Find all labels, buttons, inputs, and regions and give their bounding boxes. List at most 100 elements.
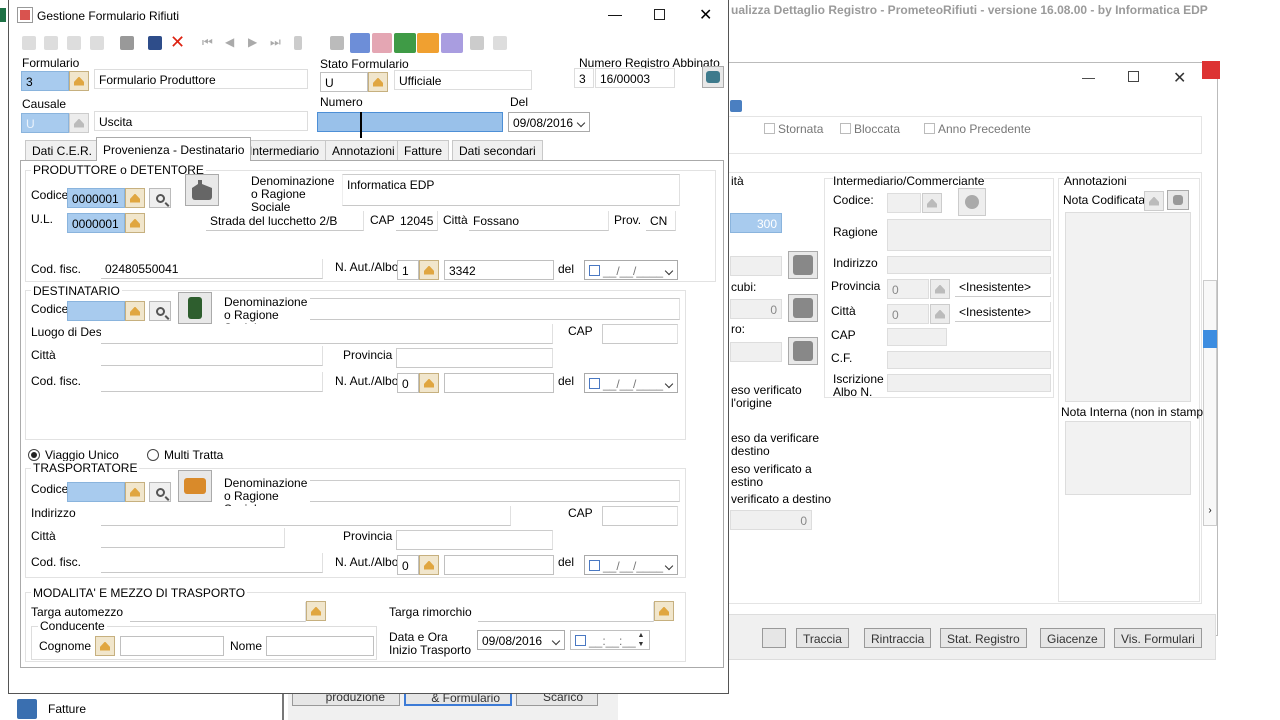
- prod-citta[interactable]: Fossano: [469, 211, 609, 231]
- dest-naut-a[interactable]: 0: [397, 373, 419, 393]
- prod-indirizzo[interactable]: Strada del lucchetto 2/B: [206, 211, 364, 231]
- radio-multi-tratta[interactable]: Multi Tratta: [147, 448, 223, 462]
- cognome-lookup[interactable]: [95, 636, 115, 656]
- bg-field-zero1[interactable]: 0: [730, 299, 782, 319]
- prod-cap[interactable]: 12045: [396, 211, 438, 231]
- interm-citta-text[interactable]: <Inesistente>: [955, 302, 1051, 322]
- dest-provincia-field[interactable]: [396, 348, 553, 368]
- print-icon-1[interactable]: [330, 36, 344, 50]
- prod-codice-field[interactable]: 0000001: [67, 188, 125, 208]
- bg-btn-stat-registro[interactable]: Stat. Registro: [940, 628, 1027, 648]
- print-icon-5[interactable]: [417, 33, 439, 53]
- annot-nota-cod-btn[interactable]: [1167, 190, 1189, 210]
- print-icon-3[interactable]: [372, 33, 392, 53]
- formulario-code[interactable]: 3: [21, 71, 69, 91]
- bg-dialog-minimize[interactable]: —: [1082, 70, 1095, 85]
- first-icon[interactable]: ⏮: [202, 35, 213, 50]
- last-icon[interactable]: ⏭: [270, 35, 281, 50]
- bin-icon[interactable]: [178, 292, 212, 324]
- bg-btn-small[interactable]: [762, 628, 786, 648]
- bg-scroll-arrow[interactable]: ›: [1203, 505, 1217, 521]
- tab-dati-secondari[interactable]: Dati secondari: [452, 140, 543, 160]
- bg-btn-rintraccia[interactable]: Rintraccia: [864, 628, 932, 648]
- interm-provincia-code[interactable]: 0: [887, 279, 929, 299]
- causale-lookup[interactable]: [69, 113, 89, 133]
- eraser-icon[interactable]: [90, 36, 104, 50]
- trasp-naut-b[interactable]: [444, 555, 554, 575]
- close-button[interactable]: ✕: [699, 5, 712, 25]
- dest-naut-lookup[interactable]: [419, 373, 439, 393]
- print-icon-2[interactable]: [350, 33, 370, 53]
- prod-naut-lookup[interactable]: [419, 260, 439, 280]
- maximize-button[interactable]: [654, 9, 665, 20]
- binoculars-icon[interactable]: [120, 36, 134, 50]
- prod-naut-a[interactable]: 1: [397, 260, 419, 280]
- tab-annotazioni[interactable]: Annotazioni: [325, 140, 402, 160]
- prod-ul-lookup[interactable]: [125, 213, 145, 233]
- dest-codice-field[interactable]: [67, 301, 125, 321]
- targa-rim-lookup[interactable]: [654, 601, 674, 621]
- bg-field-300[interactable]: 300: [730, 213, 782, 233]
- tab-provenienza-destinatario[interactable]: Provenienza - Destinatario: [96, 137, 252, 161]
- bg-dialog-close[interactable]: ✕: [1173, 68, 1186, 88]
- targa-rim-field[interactable]: [478, 602, 654, 622]
- dest-luogo-field[interactable]: [101, 324, 553, 344]
- new-icon[interactable]: [22, 36, 36, 50]
- print-icon-6[interactable]: [441, 33, 463, 53]
- truck-icon[interactable]: [178, 470, 212, 502]
- trasp-denom-field[interactable]: [310, 480, 680, 502]
- annot-nota-int-area[interactable]: [1065, 421, 1191, 495]
- bg-field-zero2[interactable]: 0: [730, 510, 812, 530]
- interm-cap-field[interactable]: [887, 328, 947, 346]
- trasp-provincia-field[interactable]: [396, 530, 553, 550]
- trasp-citta-field[interactable]: [101, 528, 285, 548]
- interm-iscrizione-field[interactable]: [887, 374, 1051, 392]
- ora-spin-icon[interactable]: ▲ ▼: [634, 631, 648, 649]
- prod-codfisc[interactable]: 02480550041: [101, 259, 323, 279]
- bg-scale-icon-3[interactable]: [788, 337, 818, 365]
- causale-code[interactable]: U: [21, 113, 69, 133]
- bg-dialog-maximize[interactable]: [1128, 71, 1139, 82]
- dest-citta-field[interactable]: [101, 346, 323, 366]
- prev-icon[interactable]: ◀: [225, 35, 234, 49]
- save-icon[interactable]: [148, 36, 162, 50]
- trasp-search-button[interactable]: [149, 482, 171, 502]
- trasp-del-date[interactable]: __/__/____: [584, 555, 678, 575]
- dest-denom-field[interactable]: [310, 298, 680, 320]
- edit-icon[interactable]: [44, 36, 58, 50]
- dest-codice-lookup[interactable]: [125, 301, 145, 321]
- bg-btn-vis-formulari[interactable]: Vis. Formulari: [1114, 628, 1202, 648]
- interm-indirizzo-field[interactable]: [887, 256, 1051, 274]
- targa-auto-lookup[interactable]: [306, 601, 326, 621]
- trasp-codfisc-field[interactable]: [101, 553, 323, 573]
- prod-ul-field[interactable]: 0000001: [67, 213, 125, 233]
- prod-naut-b[interactable]: 3342: [444, 260, 554, 280]
- bg-btn-traccia[interactable]: Traccia: [796, 628, 849, 648]
- doc-icon[interactable]: [493, 36, 507, 50]
- tab-dati-cer[interactable]: Dati C.E.R.: [25, 140, 100, 160]
- calculator-icon[interactable]: [17, 699, 37, 719]
- attach-icon[interactable]: [294, 36, 302, 50]
- trasp-indirizzo-field[interactable]: [101, 506, 511, 526]
- print-icon-4[interactable]: [394, 33, 416, 53]
- minimize-button[interactable]: —: [608, 6, 622, 22]
- del-date-picker[interactable]: 09/08/2016: [508, 112, 590, 132]
- annot-nota-cod-lookup[interactable]: [1144, 191, 1164, 211]
- next-icon[interactable]: ▶: [248, 35, 257, 49]
- interm-codice-lookup[interactable]: [922, 193, 942, 213]
- annot-nota-cod-area[interactable]: [1065, 212, 1191, 402]
- bg-scale-icon-2[interactable]: [788, 294, 818, 322]
- bg-scale-icon-1[interactable]: [788, 251, 818, 279]
- interm-citta-lookup[interactable]: [930, 304, 950, 324]
- trasp-naut-lookup[interactable]: [419, 555, 439, 575]
- check-stornata[interactable]: Stornata: [764, 122, 823, 136]
- tab-fatture[interactable]: Fatture: [397, 140, 450, 160]
- dest-naut-b[interactable]: [444, 373, 554, 393]
- dest-cap-field[interactable]: [602, 324, 678, 344]
- bg-field-empty1[interactable]: [730, 256, 782, 276]
- bg-field-empty2[interactable]: [730, 342, 782, 362]
- trasp-codice-field[interactable]: [67, 482, 125, 502]
- interm-cf-field[interactable]: [887, 351, 1051, 369]
- interm-ragione-field[interactable]: [887, 219, 1051, 251]
- bg-btn-giacenze[interactable]: Giacenze: [1040, 628, 1105, 648]
